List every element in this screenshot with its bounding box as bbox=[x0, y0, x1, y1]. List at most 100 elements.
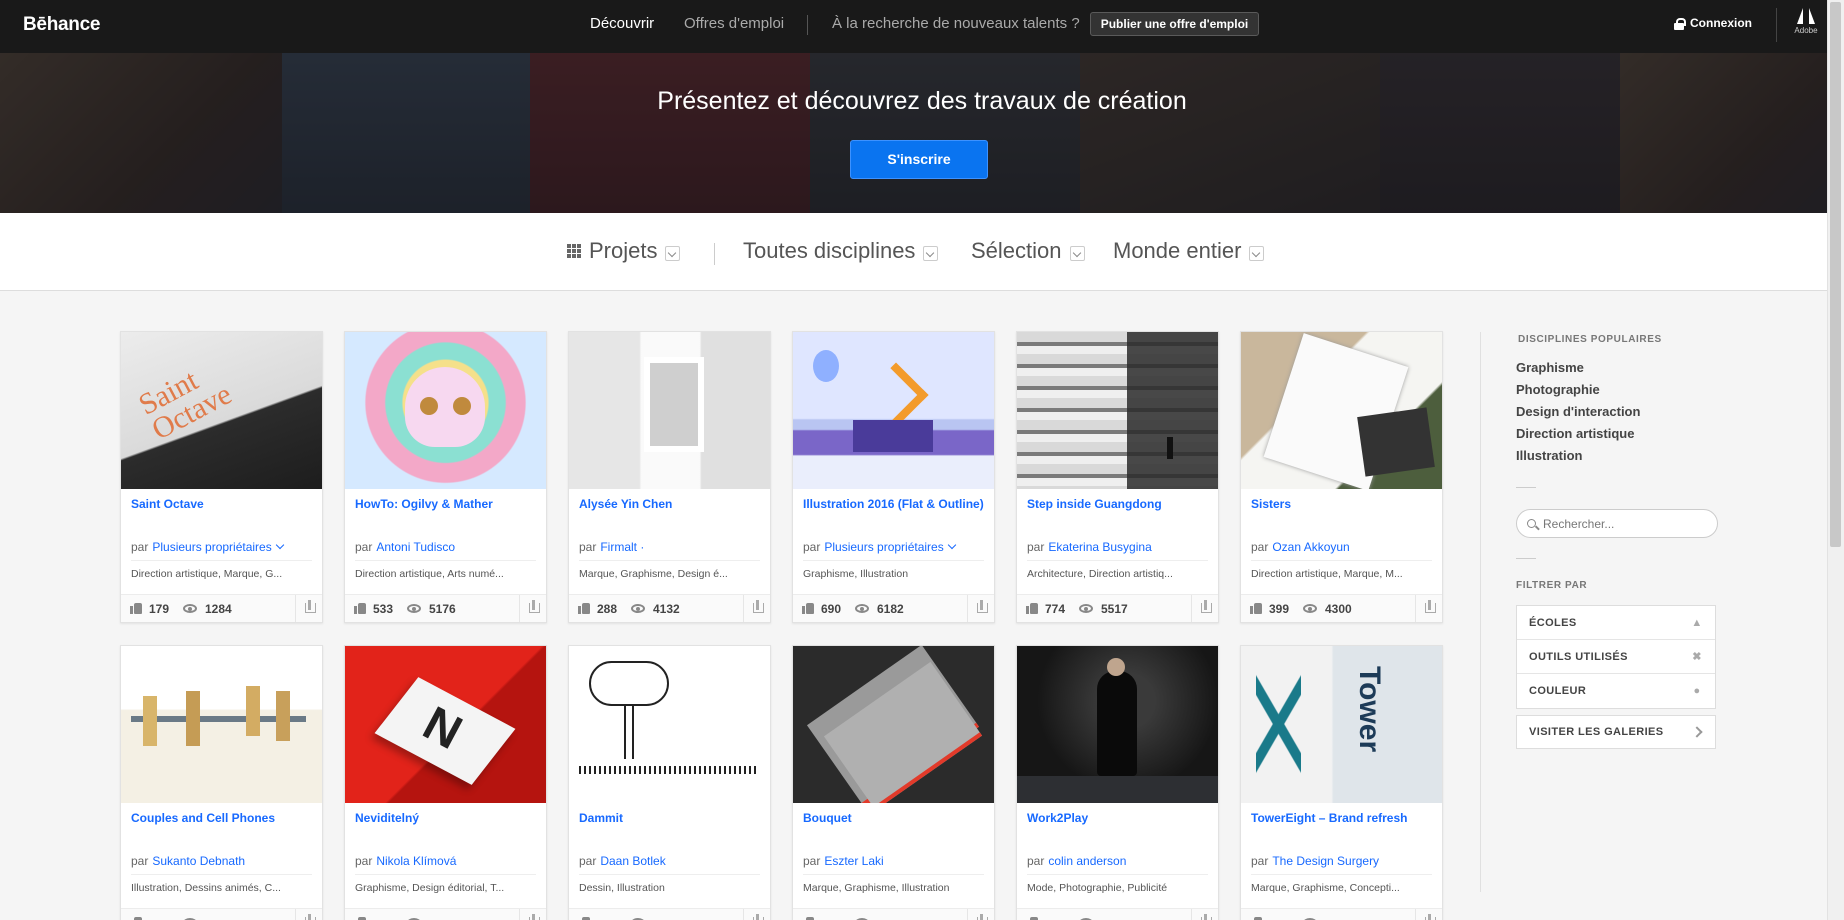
project-card[interactable]: Dammit par Daan Botlek Dessin, Illustration bbox=[568, 645, 771, 920]
project-cover-image[interactable]: N bbox=[345, 646, 546, 803]
filter-tools[interactable]: OUTILS UTILISÉS ✖ bbox=[1517, 640, 1715, 674]
appreciate-button[interactable] bbox=[295, 909, 322, 920]
thumbs-up-icon bbox=[802, 602, 815, 614]
owner-link[interactable]: The Design Surgery bbox=[1272, 854, 1379, 868]
behance-logo[interactable]: Bēhance bbox=[23, 14, 100, 36]
owner-link[interactable]: colin anderson bbox=[1048, 854, 1126, 868]
project-cover-image[interactable]: Tower bbox=[1241, 646, 1442, 803]
appreciate-button[interactable] bbox=[1415, 595, 1442, 622]
visit-galleries-button[interactable]: VISITER LES GALERIES bbox=[1516, 715, 1716, 749]
appreciations-count: 288 bbox=[597, 602, 618, 616]
filter-schools[interactable]: ÉCOLES ▲ bbox=[1517, 606, 1715, 640]
discipline-link[interactable]: Design d'interaction bbox=[1516, 404, 1640, 419]
project-title[interactable]: Saint Octave bbox=[131, 497, 316, 511]
project-cover-image[interactable] bbox=[121, 646, 322, 803]
appreciate-button[interactable] bbox=[967, 595, 994, 622]
project-cover-image[interactable] bbox=[1017, 646, 1218, 803]
filter-by-heading: FILTRER PAR bbox=[1516, 580, 1588, 591]
project-title[interactable]: Illustration 2016 (Flat & Outline) bbox=[803, 497, 988, 511]
owner-prefix: par bbox=[1251, 854, 1269, 868]
filter-disciplines[interactable]: Toutes disciplines bbox=[743, 238, 939, 264]
project-fields: Illustration, Dessins animés, C... bbox=[131, 882, 281, 894]
top-nav-bar: Bēhance Découvrir Offres d'emploi À la r… bbox=[0, 0, 1844, 53]
filter-color[interactable]: COULEUR ● bbox=[1517, 674, 1715, 708]
search-input[interactable] bbox=[1543, 515, 1708, 533]
owner-link[interactable]: Plusieurs propriétaires bbox=[824, 540, 943, 554]
views-count: 4300 bbox=[1325, 602, 1352, 616]
scrollbar-thumb[interactable] bbox=[1830, 2, 1841, 547]
project-cover-image[interactable]: Saint Octave bbox=[121, 332, 322, 489]
droplet-icon: ● bbox=[1693, 685, 1701, 697]
project-title[interactable]: Neviditelný bbox=[355, 811, 540, 825]
adobe-link[interactable]: Adobe bbox=[1790, 8, 1822, 35]
owner-link[interactable]: Plusieurs propriétaires bbox=[152, 540, 271, 554]
project-stats bbox=[121, 908, 322, 920]
appreciate-button[interactable] bbox=[1191, 595, 1218, 622]
discipline-link[interactable]: Graphisme bbox=[1516, 360, 1584, 375]
filter-projets[interactable]: Projets bbox=[567, 238, 681, 264]
project-cover-image[interactable] bbox=[569, 332, 770, 489]
discipline-link[interactable]: Photographie bbox=[1516, 382, 1600, 397]
filter-color-label: COULEUR bbox=[1529, 685, 1587, 697]
owner-link[interactable]: Ozan Akkoyun bbox=[1272, 540, 1349, 554]
appreciate-button[interactable] bbox=[743, 909, 770, 920]
project-title[interactable]: Bouquet bbox=[803, 811, 988, 825]
nav-offres-emploi[interactable]: Offres d'emploi bbox=[684, 15, 784, 32]
project-title[interactable]: Work2Play bbox=[1027, 811, 1212, 825]
project-cover-image[interactable] bbox=[793, 646, 994, 803]
owner-link[interactable]: Ekaterina Busygina bbox=[1048, 540, 1151, 554]
chevron-down-icon[interactable] bbox=[275, 540, 284, 550]
project-title[interactable]: Step inside Guangdong bbox=[1027, 497, 1212, 511]
project-card[interactable]: Tower TowerEight – Brand refresh par The De… bbox=[1240, 645, 1443, 920]
appreciate-button[interactable] bbox=[743, 595, 770, 622]
project-cover-image[interactable] bbox=[569, 646, 770, 803]
views-count: 4132 bbox=[653, 602, 680, 616]
project-fields: Mode, Photographie, Publicité bbox=[1027, 882, 1168, 894]
owner-link[interactable]: Daan Botlek bbox=[600, 854, 665, 868]
appreciate-button[interactable] bbox=[519, 595, 546, 622]
filter-region[interactable]: Monde entier bbox=[1113, 238, 1265, 264]
project-title[interactable]: HowTo: Ogilvy & Mather bbox=[355, 497, 540, 511]
project-card[interactable]: Step inside Guangdong par Ekaterina Busygi… bbox=[1016, 331, 1219, 623]
post-job-button[interactable]: Publier une offre d'emploi bbox=[1090, 12, 1259, 36]
project-card[interactable]: Couples and Cell Phones par Sukanto Debnat… bbox=[120, 645, 323, 920]
chevron-down-icon[interactable] bbox=[947, 540, 956, 550]
owner-link[interactable]: Firmalt · bbox=[600, 540, 644, 554]
appreciate-button[interactable] bbox=[1415, 909, 1442, 920]
project-cover-image[interactable] bbox=[345, 332, 546, 489]
project-title[interactable]: Sisters bbox=[1251, 497, 1436, 511]
owner-link[interactable]: Nikola Klímová bbox=[376, 854, 456, 868]
project-cover-image[interactable] bbox=[1241, 332, 1442, 489]
project-card[interactable]: Sisters par Ozan Akkoyun Direction artistiq… bbox=[1240, 331, 1443, 623]
project-fields: Marque, Graphisme, Illustration bbox=[803, 882, 950, 894]
project-card[interactable]: N Neviditelný par Nikola Klímová Graphisme, … bbox=[344, 645, 547, 920]
project-card[interactable]: Alysée Yin Chen par Firmalt · Marque, Graph… bbox=[568, 331, 771, 623]
owner-link[interactable]: Sukanto Debnath bbox=[152, 854, 245, 868]
talent-text[interactable]: À la recherche de nouveaux talents ? bbox=[832, 15, 1080, 32]
discipline-link[interactable]: Direction artistique bbox=[1516, 426, 1634, 441]
project-card[interactable]: Bouquet par Eszter Laki Marque, Graphisme, … bbox=[792, 645, 995, 920]
project-card[interactable]: Saint Octave Saint Octave par Plusieurs prop… bbox=[120, 331, 323, 623]
nav-decouvrir[interactable]: Découvrir bbox=[590, 15, 654, 32]
project-card[interactable]: Work2Play par colin anderson Mode, Photogra… bbox=[1016, 645, 1219, 920]
sidebar-search[interactable] bbox=[1516, 509, 1718, 538]
project-owner: par The Design Surgery bbox=[1251, 854, 1379, 868]
filter-selection[interactable]: Sélection bbox=[971, 238, 1085, 264]
discipline-link[interactable]: Illustration bbox=[1516, 448, 1582, 463]
appreciate-button[interactable] bbox=[1191, 909, 1218, 920]
appreciate-button[interactable] bbox=[967, 909, 994, 920]
signup-button[interactable]: S'inscrire bbox=[850, 140, 988, 179]
owner-link[interactable]: Eszter Laki bbox=[824, 854, 883, 868]
project-cover-image[interactable] bbox=[1017, 332, 1218, 489]
project-title[interactable]: Alysée Yin Chen bbox=[579, 497, 764, 511]
login-link[interactable]: Connexion bbox=[1674, 16, 1752, 30]
project-title[interactable]: Couples and Cell Phones bbox=[131, 811, 316, 825]
appreciate-button[interactable] bbox=[519, 909, 546, 920]
owner-link[interactable]: Antoni Tudisco bbox=[376, 540, 455, 554]
project-cover-image[interactable] bbox=[793, 332, 994, 489]
project-title[interactable]: Dammit bbox=[579, 811, 764, 825]
project-card[interactable]: HowTo: Ogilvy & Mather par Antoni Tudisco D… bbox=[344, 331, 547, 623]
project-title[interactable]: TowerEight – Brand refresh bbox=[1251, 811, 1436, 825]
appreciate-button[interactable] bbox=[295, 595, 322, 622]
project-card[interactable]: Illustration 2016 (Flat & Outline) par Plu… bbox=[792, 331, 995, 623]
